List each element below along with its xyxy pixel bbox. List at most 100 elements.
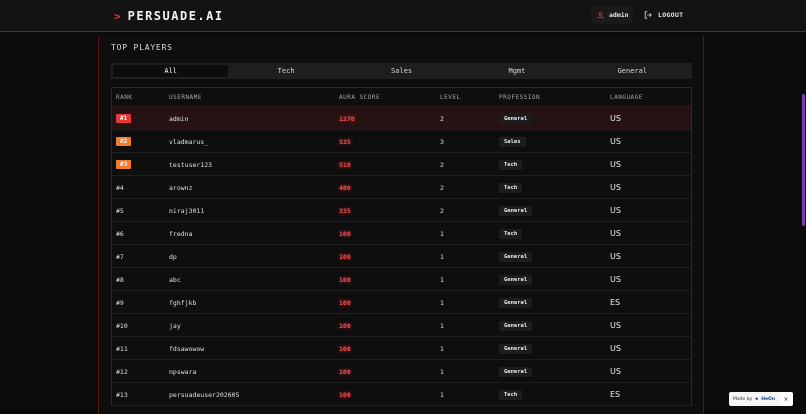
language: ES (610, 298, 621, 307)
username[interactable]: fredna (169, 230, 192, 238)
profession-tag: General (499, 297, 533, 308)
username-cell: persuadeuser202605 (169, 383, 239, 406)
level-cell: 3 (440, 130, 444, 153)
table-row[interactable]: #11 fdsawowow 100 1 General US (112, 337, 691, 360)
table-row[interactable]: #9 fghfjkb 100 1 General ES (112, 291, 691, 314)
profession-tag-cell: General (499, 360, 533, 383)
username-cell: dp (169, 245, 177, 268)
level-cell: 1 (440, 222, 444, 245)
table-row[interactable]: #6 fredna 100 1 Tech US (112, 222, 691, 245)
level-cell: 2 (440, 107, 444, 130)
profession-tag-cell: General (499, 314, 533, 337)
table-row[interactable]: #12 npswara 100 1 General US (112, 360, 691, 383)
table-row[interactable]: #5 niraj3011 335 2 General US (112, 199, 691, 222)
aura-score: 335 (339, 206, 351, 215)
username[interactable]: persuadeuser202605 (169, 391, 239, 399)
table-row[interactable]: #2 vladmarus_ 535 3 Sales US (112, 130, 691, 153)
language-cell: ES (610, 291, 620, 314)
level: 2 (440, 114, 444, 123)
rank: #5 (116, 206, 124, 215)
rank-cell: #12 (116, 360, 128, 383)
table-row[interactable]: #8 abc 100 1 General US (112, 268, 691, 291)
leaderboard-panel: TOP PLAYERS All Tech Sales Mgmt General RANK… (98, 36, 704, 414)
made-by-badge[interactable]: Made by ◆ HeOn (729, 392, 781, 406)
username[interactable]: arownz (169, 184, 192, 192)
aura-score: 100 (339, 390, 351, 399)
profession-tag: General (499, 320, 533, 331)
column-header-rank[interactable]: RANK (116, 94, 132, 101)
table-row[interactable]: #13 persuadeuser202605 100 1 Tech ES (112, 383, 691, 406)
username[interactable]: fghfjkb (169, 299, 196, 307)
profession-tag-cell: Tech (499, 383, 523, 406)
rank-cell: #1 (116, 107, 132, 130)
level-cell: 1 (440, 383, 444, 406)
aura-score-cell: 100 (339, 268, 351, 291)
tab-tech[interactable]: Tech (228, 65, 343, 77)
tab-all[interactable]: All (113, 65, 229, 77)
aura-score-cell: 100 (339, 245, 351, 268)
profession-tag: General (499, 113, 533, 124)
language-cell: US (610, 268, 621, 291)
logo[interactable]: > PERSUADE.AI (114, 9, 224, 23)
language-cell: US (610, 199, 621, 222)
aura-score: 480 (339, 183, 351, 192)
category-tabs: All Tech Sales Mgmt General (111, 63, 692, 79)
profession-tag-cell: General (499, 268, 533, 291)
rank-badge: #2 (116, 137, 132, 146)
username[interactable]: testuser123 (169, 161, 212, 169)
table-row[interactable]: #10 jay 100 1 General US (112, 314, 691, 337)
aura-score-cell: 100 (339, 222, 351, 245)
page-scrollbar[interactable] (802, 94, 805, 226)
rank: #11 (116, 344, 128, 353)
logout-label: LOGOUT (658, 11, 684, 19)
aura-score: 100 (339, 252, 351, 261)
table-row[interactable]: #3 testuser123 510 2 Tech US (112, 153, 691, 176)
username[interactable]: jay (169, 322, 181, 330)
aura-score-cell: 100 (339, 383, 351, 406)
chevron-right-icon: > (114, 9, 121, 23)
table-row[interactable]: #4 arownz 480 2 Tech US (112, 176, 691, 199)
tab-general[interactable]: General (575, 65, 690, 77)
rank-cell: #7 (116, 245, 124, 268)
aura-score-cell: 100 (339, 314, 351, 337)
tab-sales[interactable]: Sales (344, 65, 459, 77)
profession-tag-cell: General (499, 337, 533, 360)
rank-cell: #13 (116, 383, 128, 406)
language-cell: US (610, 130, 621, 153)
level-cell: 1 (440, 291, 444, 314)
language: US (610, 252, 621, 261)
table-row[interactable]: #1 admin 1270 2 General US (112, 107, 691, 130)
username[interactable]: admin (169, 115, 189, 123)
tab-mgmt[interactable]: Mgmt (459, 65, 574, 77)
column-header-username[interactable]: USERNAME (169, 94, 202, 101)
rank: #8 (116, 275, 124, 284)
rank: #10 (116, 321, 128, 330)
column-header-level[interactable]: LEVEL (440, 94, 461, 101)
level: 1 (440, 275, 444, 284)
language-cell: ES (610, 383, 620, 406)
aura-score: 100 (339, 229, 351, 238)
made-by-label: Made by (733, 396, 753, 402)
logout-button[interactable]: LOGOUT (644, 6, 683, 24)
user-menu-button[interactable]: admin (591, 6, 633, 24)
column-header-profession[interactable]: PROFESSION (499, 94, 540, 101)
level-cell: 2 (440, 153, 444, 176)
username[interactable]: vladmarus_ (169, 138, 208, 146)
table-row[interactable]: #7 dp 100 1 General US (112, 245, 691, 268)
language: US (610, 114, 621, 123)
close-icon[interactable]: × (779, 392, 793, 406)
language-cell: US (610, 107, 621, 130)
profession-tag: General (499, 366, 533, 377)
username[interactable]: abc (169, 276, 181, 284)
column-header-language[interactable]: LANGUAGE (610, 94, 643, 101)
username[interactable]: npswara (169, 368, 196, 376)
username[interactable]: niraj3011 (169, 207, 204, 215)
username-cell: jay (169, 314, 181, 337)
username-cell: admin (169, 107, 189, 130)
username[interactable]: fdsawowow (169, 345, 204, 353)
level-cell: 1 (440, 337, 444, 360)
level: 1 (440, 367, 444, 376)
column-header-aura-score[interactable]: AURA SCORE (339, 94, 380, 101)
username[interactable]: dp (169, 253, 177, 261)
aura-score-cell: 480 (339, 176, 351, 199)
